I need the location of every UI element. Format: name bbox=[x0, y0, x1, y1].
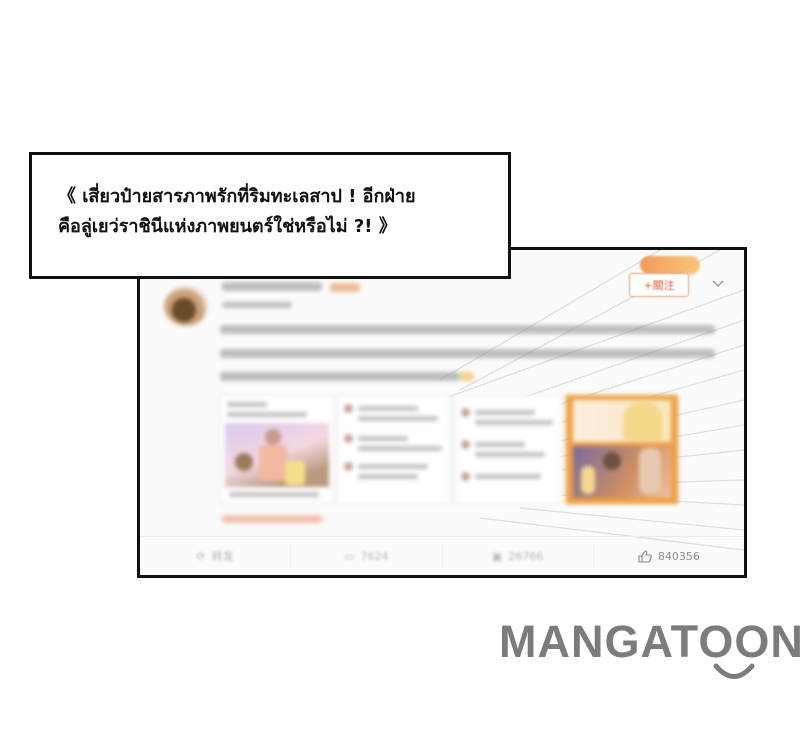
image-card-1 bbox=[220, 395, 334, 504]
share-icon: ▣ bbox=[491, 549, 503, 563]
follow-button[interactable]: +關注 bbox=[629, 273, 689, 297]
post-text-line-2 bbox=[220, 349, 715, 358]
mangatoon-logo: MANGATOON bbox=[499, 616, 800, 667]
username-blur bbox=[222, 282, 322, 291]
avatar bbox=[164, 286, 208, 326]
repost-label: 转发 bbox=[211, 550, 234, 563]
like-count: 840356 bbox=[657, 549, 700, 563]
share-count: 26766 bbox=[508, 549, 544, 563]
badge-banner bbox=[640, 256, 700, 274]
post-action-bar: ⟳ 转发 ▭ 7624 ▣ 26766 840356 bbox=[140, 536, 744, 575]
image-card-2 bbox=[566, 395, 678, 504]
manga-panel-bottom bbox=[573, 446, 671, 498]
time-blur bbox=[222, 302, 292, 308]
narration-caption: 《 เสี่ยวป๋ายสารภาพรักที่ริมทะเลสาป ! อีก… bbox=[29, 152, 511, 279]
post-text-line-1 bbox=[220, 325, 715, 334]
thumbs-up-icon bbox=[638, 549, 652, 563]
manga-panel-top bbox=[573, 400, 671, 442]
caption-line-1: 《 เสี่ยวป๋ายสารภาพรักที่ริมทะเลสาป ! อีก… bbox=[58, 186, 416, 207]
logo-smile-icon bbox=[713, 663, 755, 679]
blurred-post-content bbox=[140, 250, 744, 575]
manga-thumbnail bbox=[225, 423, 329, 487]
repost-button[interactable]: ⟳ 转发 bbox=[140, 545, 292, 567]
follow-label: +關注 bbox=[643, 279, 675, 292]
chevron-down-icon[interactable] bbox=[712, 280, 724, 288]
badge-blur bbox=[330, 283, 360, 292]
comment-button[interactable]: ▭ 7624 bbox=[291, 545, 443, 567]
comment-card-1 bbox=[337, 395, 451, 504]
comment-count: 7624 bbox=[360, 549, 389, 563]
emoji-blur bbox=[460, 372, 474, 381]
topic-tag-blur bbox=[222, 515, 322, 523]
share-button[interactable]: ▣ 26766 bbox=[443, 545, 594, 567]
like-button[interactable]: 840356 bbox=[594, 545, 744, 567]
comment-card-2 bbox=[454, 395, 562, 504]
caption-line-2: คือลู่เยว่ราชินีแห่งภาพยนตร์ใช่หรือไม่ ?… bbox=[58, 216, 397, 237]
comment-icon: ▭ bbox=[344, 549, 355, 563]
comic-panel: +關注 ⟳ 转发 ▭ 7624 ▣ 26766 840356 bbox=[137, 247, 747, 578]
post-text-line-3 bbox=[220, 372, 460, 381]
repost-icon: ⟳ bbox=[196, 549, 206, 563]
